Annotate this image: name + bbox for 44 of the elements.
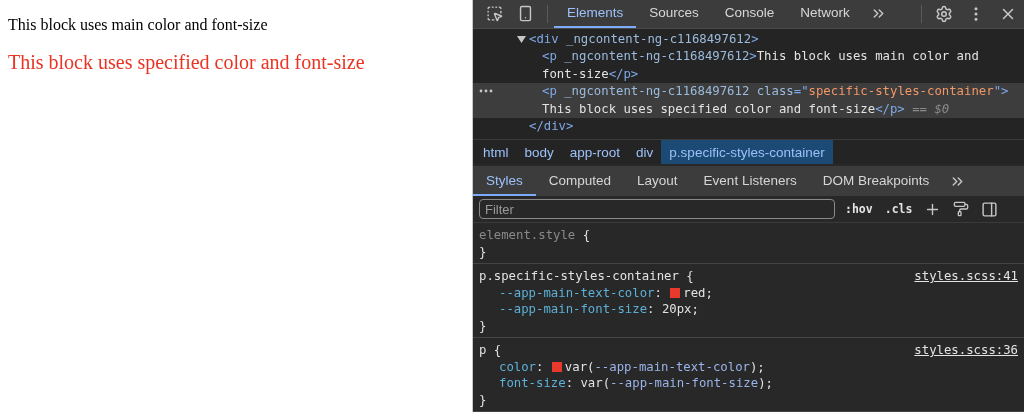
breadcrumb[interactable]: html [475, 139, 517, 165]
css-text: --app-main-text-color: [499, 284, 663, 301]
closing-brace: } [479, 318, 487, 333]
pane-tab[interactable]: Layout [624, 166, 691, 196]
rule-selector: p { [479, 342, 502, 359]
rule-selector: p.specific-styles-container { [479, 268, 694, 285]
pane-tab[interactable]: DOM Breakpoints [809, 166, 943, 196]
closing-tag: </div> [517, 118, 574, 136]
breadcrumb[interactable]: p.specific-styles-container [661, 139, 833, 165]
css-text: font-size: var(--app-main-font-size); [499, 375, 773, 392]
pane-tab[interactable]: Computed [535, 166, 625, 196]
filter-toggle[interactable]: :hov [843, 202, 875, 216]
source-link[interactable]: styles.scss:36 [914, 342, 1018, 359]
breadcrumb[interactable]: body [516, 139, 562, 165]
panel-tab[interactable]: Sources [636, 0, 712, 28]
filter-field[interactable]: Filter [479, 199, 835, 219]
node-markup: <p _ngcontent-ng-c1168497612>This block uses main color and font-size</p> [541, 48, 979, 83]
source-link[interactable]: styles.scss:41 [914, 268, 1018, 285]
closing-brace: } [479, 392, 487, 407]
breadcrumb[interactable]: app-root [561, 139, 629, 165]
node-markup: <p _ngcontent-ng-c1168497612 class="specific-styles-container"> This block uses specified color and font-size</p> == $0 [541, 83, 1009, 118]
rule-selector: element.style { [479, 227, 591, 244]
more-icon[interactable] [479, 89, 493, 94]
css-text: var(--app-main-text-color); [564, 358, 765, 375]
paragraph: This block uses main color and font-size [8, 16, 269, 35]
pane-tab[interactable]: Event Listeners [690, 166, 810, 196]
css-text: --app-main-font-size: 20px; [499, 301, 699, 318]
css-text: color: [499, 358, 545, 375]
panel-tab[interactable]: Network [787, 0, 863, 28]
selected-dom-node[interactable]: <p _ngcontent-ng-c1168497612 class="specific-styles-container"> This block uses specified color and font-size</p> == $0 [473, 83, 1024, 119]
dom-node[interactable]: <p _ngcontent-ng-c1168497612>This block uses main color and font-size</p> [473, 48, 1024, 84]
color-swatch[interactable] [551, 361, 562, 372]
dom-node[interactable]: <div _ngcontent-ng-c1168497612> [473, 30, 1024, 49]
breadcrumb[interactable]: div [628, 139, 662, 165]
caret-icon[interactable] [517, 34, 526, 44]
css-text: red; [683, 284, 713, 301]
node-markup: <div _ngcontent-ng-c1168497612> [529, 30, 759, 48]
filter-toggle[interactable]: .cls [882, 202, 915, 216]
closing-brace: } [479, 244, 487, 259]
panel-tab[interactable]: Console [711, 0, 788, 28]
pane-tab[interactable]: Styles [473, 166, 536, 196]
paragraph: This block uses specified color and font-size [8, 51, 366, 75]
panel-tab[interactable]: Elements [554, 0, 637, 28]
color-swatch[interactable] [670, 287, 681, 298]
